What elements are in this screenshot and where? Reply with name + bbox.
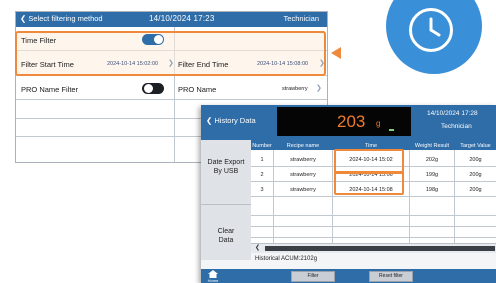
reset-filter-button[interactable]: Reset filter: [369, 271, 413, 282]
cell-target: 200g: [469, 187, 482, 193]
cell-number: 3: [260, 187, 264, 193]
horizontal-scrollbar[interactable]: ❮: [251, 243, 496, 253]
scrollbar-thumb[interactable]: [265, 246, 495, 251]
clear-line1: Clear: [217, 228, 235, 235]
home-icon: [208, 270, 218, 278]
date-export-button[interactable]: Date Export By USB: [201, 140, 251, 205]
date-export-line1: Date Export: [207, 159, 245, 166]
cell-target: 200g: [469, 157, 482, 163]
time-filter-label: Time Filter: [21, 36, 57, 45]
pro-name-value: strawberry: [282, 86, 308, 92]
time-highlight: [334, 171, 404, 195]
accumulation-text: Historical ACUM:2102g: [255, 256, 318, 262]
chevron-right-icon: ❯: [168, 60, 174, 67]
home-label: Home: [207, 278, 219, 283]
cell-recipe: strawberry: [290, 157, 316, 163]
history-role: Technician: [441, 123, 472, 130]
time-filter-toggle[interactable]: [142, 34, 164, 45]
back-label: Select filtering method: [28, 14, 103, 23]
pro-name-filter-toggle[interactable]: [142, 83, 164, 94]
cell-recipe: strawberry: [290, 172, 316, 178]
filter-end-time-label: Filter End Time: [178, 60, 229, 69]
pro-name-label: PRO Name: [178, 85, 217, 94]
clear-line2: Data: [218, 237, 234, 244]
header-role: Technician: [283, 14, 319, 23]
history-header: ❮ History Data 203 g 14/10/2024 17:28 Te…: [201, 105, 496, 140]
header-datetime: 14/10/2024 17:23: [149, 14, 215, 23]
weight-value: 203: [337, 112, 366, 131]
cell-weight: 198g: [425, 187, 439, 193]
filter-header: ❮ Select filtering method 14/10/2024 17:…: [16, 12, 327, 27]
chevron-left-icon: ❮: [20, 14, 27, 23]
filter-end-time-value: 2024-10-14 15:08:00: [257, 61, 309, 67]
chevron-right-icon: ❯: [319, 60, 325, 67]
scroll-left-icon[interactable]: ❮: [255, 244, 260, 251]
clock-icon: [409, 8, 453, 52]
chevron-left-icon: ❮: [206, 116, 213, 125]
history-datetime: 14/10/2024 17:28: [427, 110, 478, 117]
history-back-button[interactable]: ❮ History Data: [206, 116, 256, 125]
cell-number: 2: [260, 172, 264, 178]
clock-badge: [386, 0, 482, 74]
pro-name-filter-label: PRO Name Filter: [21, 85, 79, 94]
filter-button[interactable]: Filter: [291, 271, 335, 282]
history-back-label: History Data: [214, 116, 256, 125]
home-button[interactable]: Home: [205, 269, 221, 283]
cell-number: 1: [260, 157, 264, 163]
time-filter-highlight: [15, 31, 326, 76]
cell-weight: 202g: [425, 157, 439, 163]
cell-recipe: strawberry: [290, 187, 316, 193]
history-sidebar: Date Export By USB Clear Data: [201, 140, 251, 260]
pointer-arrow-icon: [331, 47, 341, 59]
chevron-right-icon: ❯: [316, 85, 322, 92]
weight-unit: g: [376, 119, 381, 128]
back-button[interactable]: ❮ Select filtering method: [20, 14, 103, 23]
filter-start-time-label: Filter Start Time: [21, 60, 74, 69]
column-recipe: Recipe name: [286, 143, 320, 149]
history-panel: ❮ History Data 203 g 14/10/2024 17:28 Te…: [201, 105, 496, 283]
clear-data-button[interactable]: Clear Data: [201, 205, 251, 260]
column-target: Target Value: [460, 143, 491, 149]
filter-start-time-value: 2024-10-14 15:02:00: [107, 61, 159, 67]
date-export-line2: By USB: [213, 168, 239, 175]
history-footer: Home Filter Reset filter: [201, 269, 496, 283]
stable-indicator: [389, 129, 394, 131]
column-number: Number: [252, 143, 272, 149]
cell-weight: 199g: [425, 172, 439, 178]
column-weight: Weight Result: [414, 143, 450, 149]
weight-display: 203 g: [277, 107, 411, 136]
cell-target: 200g: [469, 172, 482, 178]
